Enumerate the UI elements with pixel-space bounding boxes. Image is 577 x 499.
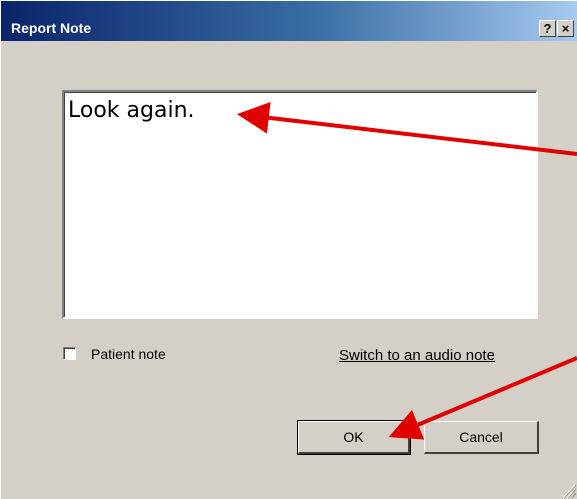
resize-grip-icon[interactable]: [561, 479, 577, 499]
note-text: Look again.: [68, 98, 195, 123]
switch-audio-note-link[interactable]: Switch to an audio note: [339, 347, 495, 364]
close-button[interactable]: ×: [557, 20, 574, 37]
patient-note-label[interactable]: Patient note: [91, 346, 166, 362]
title-bar[interactable]: Report Note ? ×: [1, 1, 577, 41]
help-button[interactable]: ?: [539, 20, 556, 37]
report-note-dialog: Report Note ? × Look again. Patient note…: [0, 0, 577, 499]
patient-note-checkbox[interactable]: [63, 347, 76, 360]
note-text-area[interactable]: Look again.: [62, 90, 538, 319]
ok-button[interactable]: OK: [297, 420, 411, 455]
cancel-button[interactable]: Cancel: [424, 421, 539, 454]
window-title: Report Note: [11, 20, 92, 36]
